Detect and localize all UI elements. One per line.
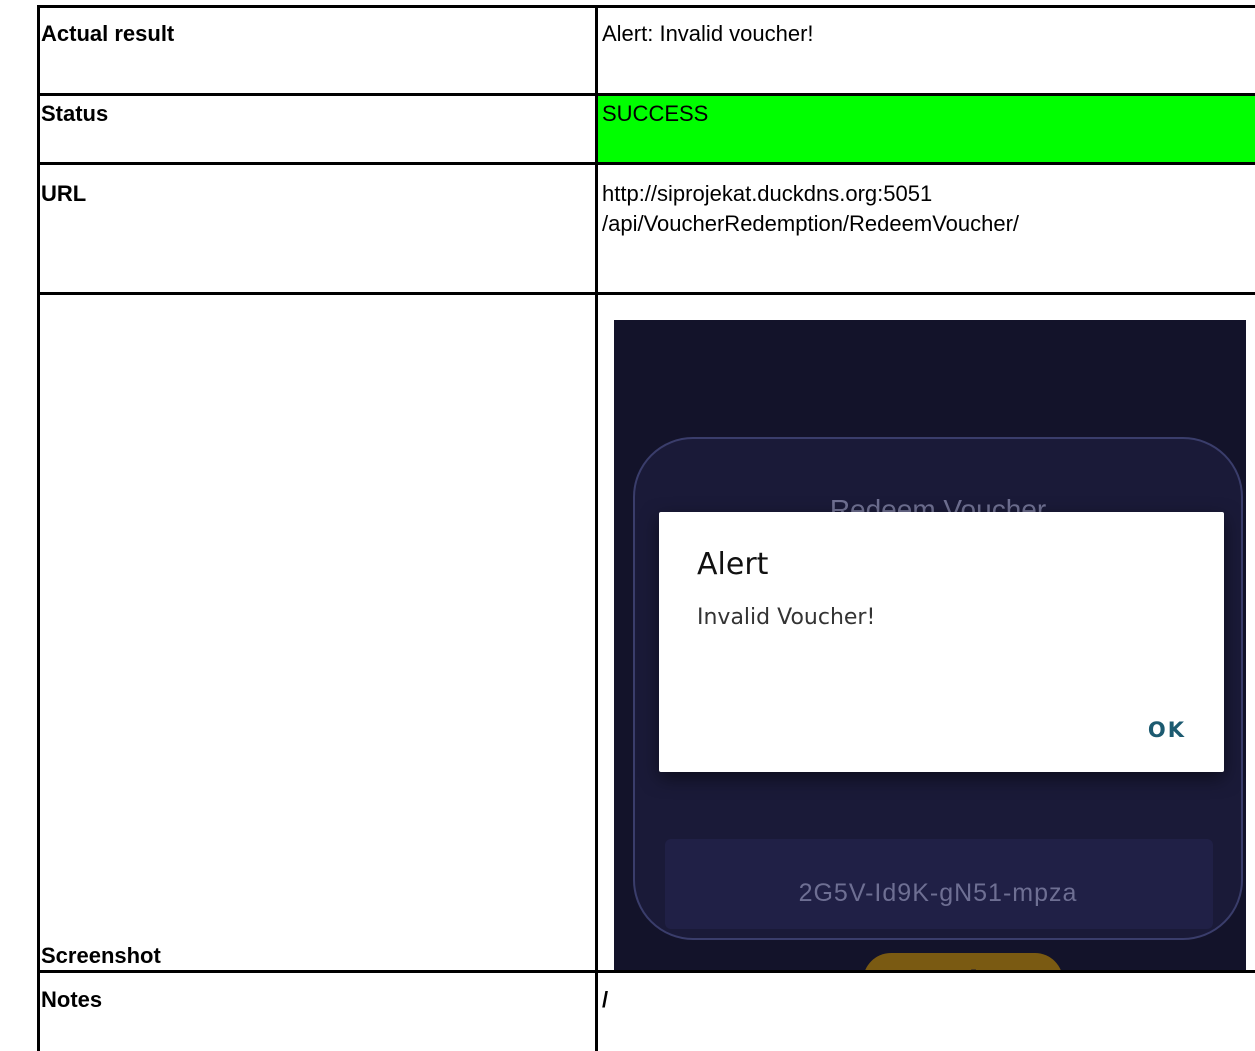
actual-result-label: Actual result xyxy=(41,21,175,46)
actual-result-value: Alert: Invalid voucher! xyxy=(602,21,814,46)
url-value-line2: /api/VoucherRedemption/RedeemVoucher/ xyxy=(602,211,1020,236)
row-divider xyxy=(37,970,1255,973)
alert-dialog: Alert Invalid Voucher! OK xyxy=(659,512,1224,772)
table-border-top xyxy=(37,5,1255,8)
status-label: Status xyxy=(41,101,109,126)
screenshot-label: Screenshot xyxy=(41,943,161,968)
test-report-table: Actual result Alert: Invalid voucher! St… xyxy=(0,0,1255,1051)
table-border-left xyxy=(37,5,40,1051)
status-value: SUCCESS xyxy=(602,101,709,126)
redeem-button[interactable]: Reedem xyxy=(863,953,1063,970)
ok-button[interactable]: OK xyxy=(1140,714,1194,746)
url-value-line1: http://siprojekat.duckdns.org:5051 xyxy=(602,181,933,206)
row-divider xyxy=(37,292,1255,295)
row-divider xyxy=(37,93,1255,96)
column-divider xyxy=(595,5,598,1051)
notes-label: Notes xyxy=(41,987,103,1012)
notes-value: / xyxy=(602,987,609,1012)
row-divider xyxy=(37,162,1255,165)
dialog-message: Invalid Voucher! xyxy=(697,605,876,630)
dialog-title: Alert xyxy=(697,547,769,582)
app-screenshot: Redeem Voucher 2G5V-Id9K-gN51-mpza Reede… xyxy=(614,320,1246,970)
url-label: URL xyxy=(41,181,87,206)
voucher-code-text: 2G5V-Id9K-gN51-mpza xyxy=(798,879,1078,907)
